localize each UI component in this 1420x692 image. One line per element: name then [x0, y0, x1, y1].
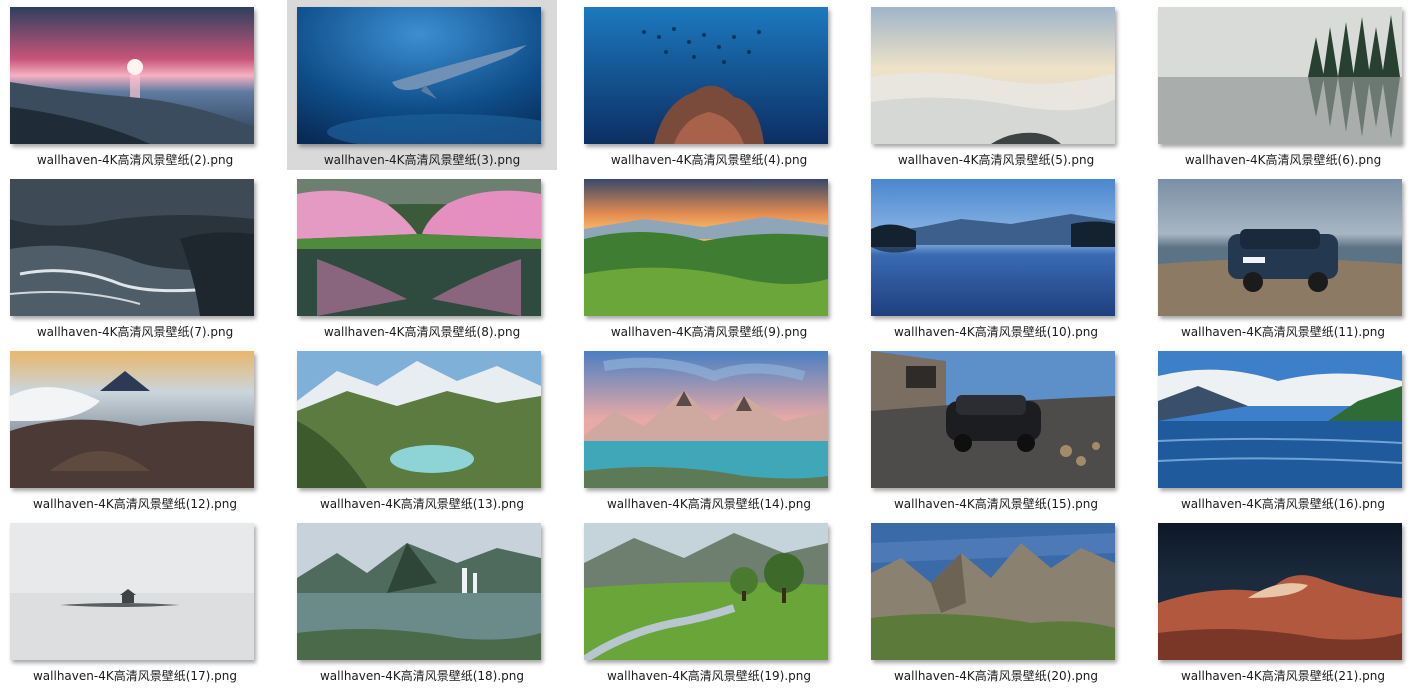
file-item[interactable]: wallhaven-4K高清风景壁纸(5).png — [861, 0, 1131, 170]
file-name-label[interactable]: wallhaven-4K高清风景壁纸(5).png — [861, 152, 1131, 168]
file-item[interactable]: wallhaven-4K高清风景壁纸(12).png — [0, 344, 270, 514]
file-name-label[interactable]: wallhaven-4K高清风景壁纸(10).png — [861, 324, 1131, 340]
file-name-label[interactable]: wallhaven-4K高清风景壁纸(7).png — [0, 324, 270, 340]
image-thumbnail[interactable] — [871, 523, 1115, 660]
image-thumbnail[interactable] — [584, 351, 828, 488]
file-item[interactable]: wallhaven-4K高清风景壁纸(10).png — [861, 172, 1131, 342]
file-item[interactable]: wallhaven-4K高清风景壁纸(16).png — [1148, 344, 1418, 514]
file-item[interactable]: wallhaven-4K高清风景壁纸(8).png — [287, 172, 557, 342]
file-name-label[interactable]: wallhaven-4K高清风景壁纸(4).png — [574, 152, 844, 168]
file-item[interactable]: wallhaven-4K高清风景壁纸(18).png — [287, 516, 557, 686]
image-thumbnail[interactable] — [10, 7, 254, 144]
file-name-label[interactable]: wallhaven-4K高清风景壁纸(18).png — [287, 668, 557, 684]
image-thumbnail[interactable] — [297, 7, 541, 144]
file-item[interactable]: wallhaven-4K高清风景壁纸(20).png — [861, 516, 1131, 686]
file-item[interactable]: wallhaven-4K高清风景壁纸(4).png — [574, 0, 844, 170]
image-thumbnail[interactable] — [297, 179, 541, 316]
file-name-label[interactable]: wallhaven-4K高清风景壁纸(16).png — [1148, 496, 1418, 512]
image-thumbnail[interactable] — [10, 523, 254, 660]
file-item[interactable]: wallhaven-4K高清风景壁纸(7).png — [0, 172, 270, 342]
image-thumbnail[interactable] — [1158, 7, 1402, 144]
file-thumbnail-grid: wallhaven-4K高清风景壁纸(2).png wallhaven-4K高清… — [0, 0, 1420, 692]
image-thumbnail[interactable] — [871, 7, 1115, 144]
image-thumbnail[interactable] — [584, 523, 828, 660]
file-name-label[interactable]: wallhaven-4K高清风景壁纸(3).png — [287, 152, 557, 168]
file-name-label[interactable]: wallhaven-4K高清风景壁纸(14).png — [574, 496, 844, 512]
file-item[interactable]: wallhaven-4K高清风景壁纸(11).png — [1148, 172, 1418, 342]
image-thumbnail[interactable] — [584, 179, 828, 316]
file-name-label[interactable]: wallhaven-4K高清风景壁纸(21).png — [1148, 668, 1418, 684]
file-name-label[interactable]: wallhaven-4K高清风景壁纸(6).png — [1148, 152, 1418, 168]
file-name-label[interactable]: wallhaven-4K高清风景壁纸(15).png — [861, 496, 1131, 512]
file-name-label[interactable]: wallhaven-4K高清风景壁纸(8).png — [287, 324, 557, 340]
image-thumbnail[interactable] — [297, 523, 541, 660]
image-thumbnail[interactable] — [1158, 351, 1402, 488]
file-name-label[interactable]: wallhaven-4K高清风景壁纸(20).png — [861, 668, 1131, 684]
image-thumbnail[interactable] — [871, 179, 1115, 316]
file-name-label[interactable]: wallhaven-4K高清风景壁纸(12).png — [0, 496, 270, 512]
file-item[interactable]: wallhaven-4K高清风景壁纸(15).png — [861, 344, 1131, 514]
file-item[interactable]: wallhaven-4K高清风景壁纸(19).png — [574, 516, 844, 686]
image-thumbnail[interactable] — [871, 351, 1115, 488]
file-item[interactable]: wallhaven-4K高清风景壁纸(2).png — [0, 0, 270, 170]
image-thumbnail[interactable] — [10, 179, 254, 316]
file-name-label[interactable]: wallhaven-4K高清风景壁纸(9).png — [574, 324, 844, 340]
file-item[interactable]: wallhaven-4K高清风景壁纸(6).png — [1148, 0, 1418, 170]
file-item[interactable]: wallhaven-4K高清风景壁纸(13).png — [287, 344, 557, 514]
image-thumbnail[interactable] — [1158, 179, 1402, 316]
file-item[interactable]: wallhaven-4K高清风景壁纸(9).png — [574, 172, 844, 342]
image-thumbnail[interactable] — [1158, 523, 1402, 660]
image-thumbnail[interactable] — [297, 351, 541, 488]
file-item[interactable]: wallhaven-4K高清风景壁纸(14).png — [574, 344, 844, 514]
image-thumbnail[interactable] — [584, 7, 828, 144]
file-name-label[interactable]: wallhaven-4K高清风景壁纸(11).png — [1148, 324, 1418, 340]
file-item[interactable]: wallhaven-4K高清风景壁纸(21).png — [1148, 516, 1418, 686]
file-item[interactable]: wallhaven-4K高清风景壁纸(3).png — [287, 0, 557, 170]
file-name-label[interactable]: wallhaven-4K高清风景壁纸(13).png — [287, 496, 557, 512]
file-item[interactable]: wallhaven-4K高清风景壁纸(17).png — [0, 516, 270, 686]
file-name-label[interactable]: wallhaven-4K高清风景壁纸(19).png — [574, 668, 844, 684]
file-name-label[interactable]: wallhaven-4K高清风景壁纸(17).png — [0, 668, 270, 684]
image-thumbnail[interactable] — [10, 351, 254, 488]
file-name-label[interactable]: wallhaven-4K高清风景壁纸(2).png — [0, 152, 270, 168]
